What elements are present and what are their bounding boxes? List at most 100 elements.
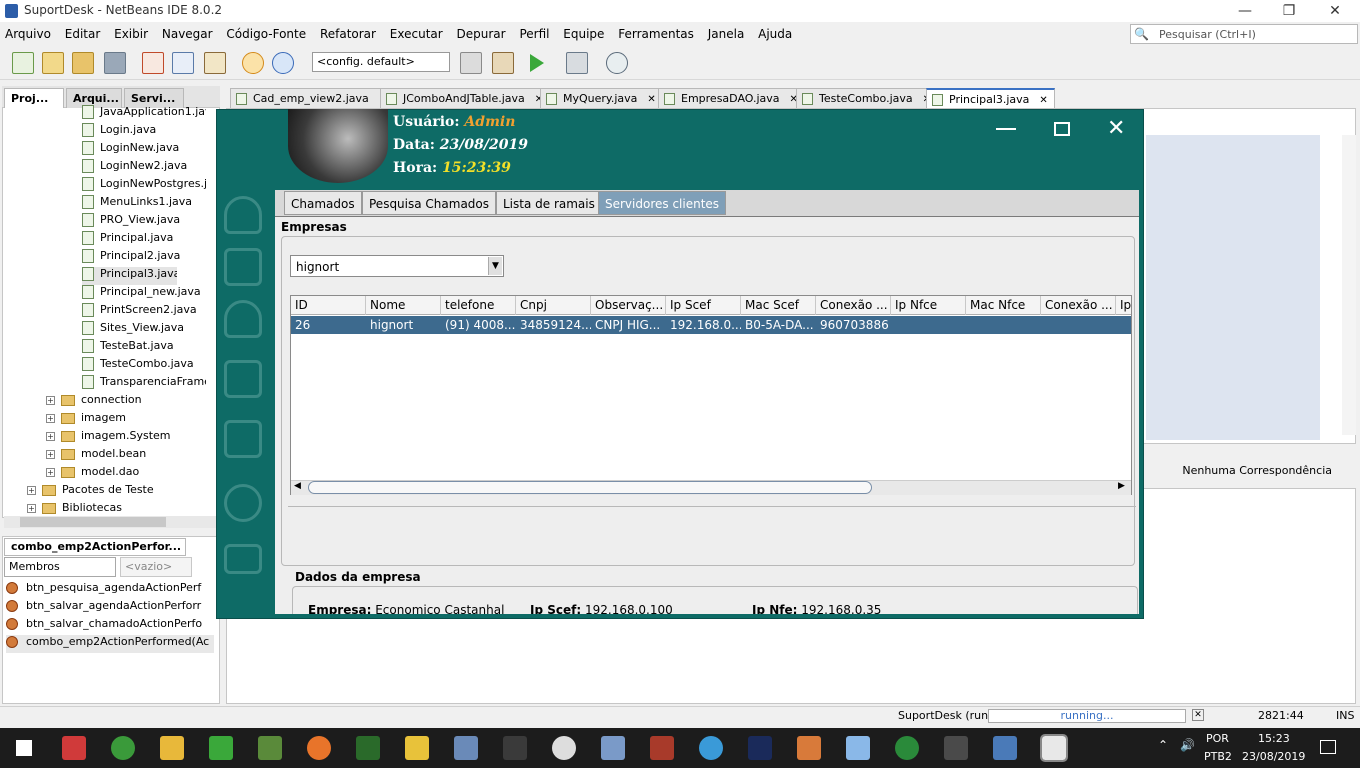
expand-icon[interactable]: + bbox=[27, 503, 36, 513]
pen-app-icon[interactable] bbox=[552, 736, 576, 760]
camera-icon[interactable] bbox=[224, 544, 262, 574]
navigator-tab[interactable]: combo_emp2ActionPerfor... bbox=[4, 538, 186, 556]
tree-package[interactable]: + model.bean bbox=[46, 447, 206, 465]
minimize-button[interactable]: — bbox=[1222, 0, 1268, 22]
tree-package[interactable]: + connection bbox=[46, 393, 206, 411]
save-all-icon[interactable] bbox=[104, 52, 126, 74]
build-icon[interactable] bbox=[460, 52, 482, 74]
run-icon[interactable] bbox=[530, 54, 544, 72]
clean-build-icon[interactable] bbox=[492, 52, 514, 74]
menu-ferramentas[interactable]: Ferramentas bbox=[613, 24, 699, 44]
team-app-icon[interactable] bbox=[797, 736, 821, 760]
keyboard-layout[interactable]: PTB2 bbox=[1204, 750, 1232, 763]
expand-icon[interactable]: + bbox=[46, 395, 55, 405]
checklist-icon[interactable] bbox=[224, 420, 262, 458]
menu-equipe[interactable]: Equipe bbox=[558, 24, 609, 44]
tab-chamados[interactable]: Chamados bbox=[284, 191, 362, 215]
menu-depurar[interactable]: Depurar bbox=[452, 24, 511, 44]
chrome-icon[interactable] bbox=[111, 736, 135, 760]
camtasia-icon[interactable] bbox=[209, 736, 233, 760]
expand-icon[interactable]: + bbox=[46, 449, 55, 459]
col-conexao-nfce[interactable]: Conexão ... bbox=[1041, 296, 1116, 315]
tree-file[interactable]: Principal2.java bbox=[82, 249, 206, 267]
app-close-button[interactable]: ✕ bbox=[1107, 116, 1125, 141]
scroll-left-icon[interactable]: ◀ bbox=[294, 481, 301, 491]
col-ip[interactable]: Ip bbox=[1116, 296, 1131, 315]
volume-icon[interactable]: 🔊 bbox=[1180, 738, 1195, 752]
col-observacao[interactable]: Observaç... bbox=[591, 296, 666, 315]
windows-start-icon[interactable] bbox=[16, 740, 32, 756]
maximize-button[interactable]: ❐ bbox=[1266, 0, 1312, 22]
paste-icon[interactable] bbox=[204, 52, 226, 74]
editor-tab[interactable]: EmpresaDAO.java ✕ bbox=[658, 88, 805, 108]
empresa-select[interactable]: hignort ▼ bbox=[290, 255, 504, 277]
globe-icon[interactable] bbox=[224, 484, 262, 522]
tree-file[interactable]: PrintScreen2.java bbox=[82, 303, 206, 321]
menu-codigo-fonte[interactable]: Código-Fonte bbox=[221, 24, 311, 44]
menu-refatorar[interactable]: Refatorar bbox=[315, 24, 381, 44]
search-input[interactable]: Pesquisar (Ctrl+I) bbox=[1130, 24, 1358, 44]
paint-app-icon[interactable] bbox=[601, 736, 625, 760]
telegram-icon[interactable] bbox=[699, 736, 723, 760]
menu-navegar[interactable]: Navegar bbox=[157, 24, 218, 44]
file-explorer-icon[interactable] bbox=[160, 736, 184, 760]
profile-icon[interactable] bbox=[606, 52, 628, 74]
tree-file[interactable]: Login.java bbox=[82, 123, 206, 141]
config-select[interactable]: <config. default> bbox=[312, 52, 450, 72]
editor-tab[interactable]: JComboAndJTable.java ✕ bbox=[380, 88, 551, 108]
table-scroll-thumb[interactable] bbox=[308, 481, 872, 494]
menu-exibir[interactable]: Exibir bbox=[109, 24, 153, 44]
postgres-icon[interactable] bbox=[993, 736, 1017, 760]
close-button[interactable]: ✕ bbox=[1312, 0, 1358, 22]
tree-package[interactable]: + imagem.System bbox=[46, 429, 206, 447]
editor-tab[interactable]: MyQuery.java ✕ bbox=[540, 88, 663, 108]
redo-icon[interactable] bbox=[272, 52, 294, 74]
expand-icon[interactable]: + bbox=[46, 431, 55, 441]
tree-package[interactable]: + imagem bbox=[46, 411, 206, 429]
clock-date[interactable]: 23/08/2019 bbox=[1242, 750, 1305, 763]
col-nome[interactable]: Nome bbox=[366, 296, 441, 315]
language-indicator[interactable]: POR bbox=[1206, 732, 1229, 745]
network-app-icon[interactable] bbox=[356, 736, 380, 760]
tree-file[interactable]: MenuLinks1.java bbox=[82, 195, 206, 213]
tree-file-selected[interactable]: Principal3.java bbox=[82, 267, 177, 285]
tree-file[interactable]: Principal.java bbox=[82, 231, 206, 249]
member-item-selected[interactable]: combo_emp2ActionPerformed(Ac bbox=[6, 635, 214, 653]
folder-app-icon[interactable] bbox=[454, 736, 478, 760]
cancel-run-icon[interactable]: ✕ bbox=[1192, 709, 1204, 721]
dropdown-arrow-icon[interactable]: ▼ bbox=[488, 257, 502, 275]
menu-perfil[interactable]: Perfil bbox=[514, 24, 554, 44]
editor-tab[interactable]: TesteCombo.java✕ bbox=[796, 88, 939, 108]
notification-icon[interactable] bbox=[1320, 740, 1336, 754]
tree-file[interactable]: Principal_new.java bbox=[82, 285, 206, 303]
photoshop-icon[interactable] bbox=[748, 736, 772, 760]
flash-app-icon[interactable] bbox=[405, 736, 429, 760]
menu-janela[interactable]: Janela bbox=[703, 24, 750, 44]
tree-file[interactable]: TransparenciaFrame bbox=[82, 375, 206, 393]
expand-icon[interactable]: + bbox=[27, 485, 36, 495]
open-project-icon[interactable] bbox=[72, 52, 94, 74]
tree-file[interactable]: TesteBat.java bbox=[82, 339, 206, 357]
user-support-icon[interactable] bbox=[224, 300, 262, 338]
empty-select[interactable]: <vazio> bbox=[120, 557, 192, 577]
col-ip-nfce[interactable]: Ip Nfce bbox=[891, 296, 966, 315]
copy-icon[interactable] bbox=[172, 52, 194, 74]
scroll-thumb[interactable] bbox=[20, 517, 166, 527]
app-minimize-button[interactable] bbox=[996, 128, 1016, 130]
tree-file[interactable]: LoginNew.java bbox=[82, 141, 206, 159]
tree-file[interactable]: LoginNewPostgres.ja bbox=[82, 177, 206, 195]
member-item[interactable]: btn_salvar_agendaActionPerforr bbox=[6, 599, 214, 617]
menu-executar[interactable]: Executar bbox=[385, 24, 448, 44]
undo-icon[interactable] bbox=[242, 52, 264, 74]
hotspot-icon[interactable] bbox=[895, 736, 919, 760]
col-id[interactable]: ID bbox=[291, 296, 366, 315]
virtualbox-icon[interactable] bbox=[846, 736, 870, 760]
ninja-app-icon[interactable] bbox=[944, 736, 968, 760]
sheet-app-icon[interactable] bbox=[258, 736, 282, 760]
close-tab-icon[interactable]: ✕ bbox=[647, 94, 655, 105]
member-item[interactable]: btn_salvar_chamadoActionPerfo bbox=[6, 617, 214, 635]
report-chart-icon[interactable] bbox=[224, 360, 262, 398]
col-telefone[interactable]: telefone bbox=[441, 296, 516, 315]
col-mac-nfce[interactable]: Mac Nfce bbox=[966, 296, 1041, 315]
winrar-icon[interactable] bbox=[650, 736, 674, 760]
